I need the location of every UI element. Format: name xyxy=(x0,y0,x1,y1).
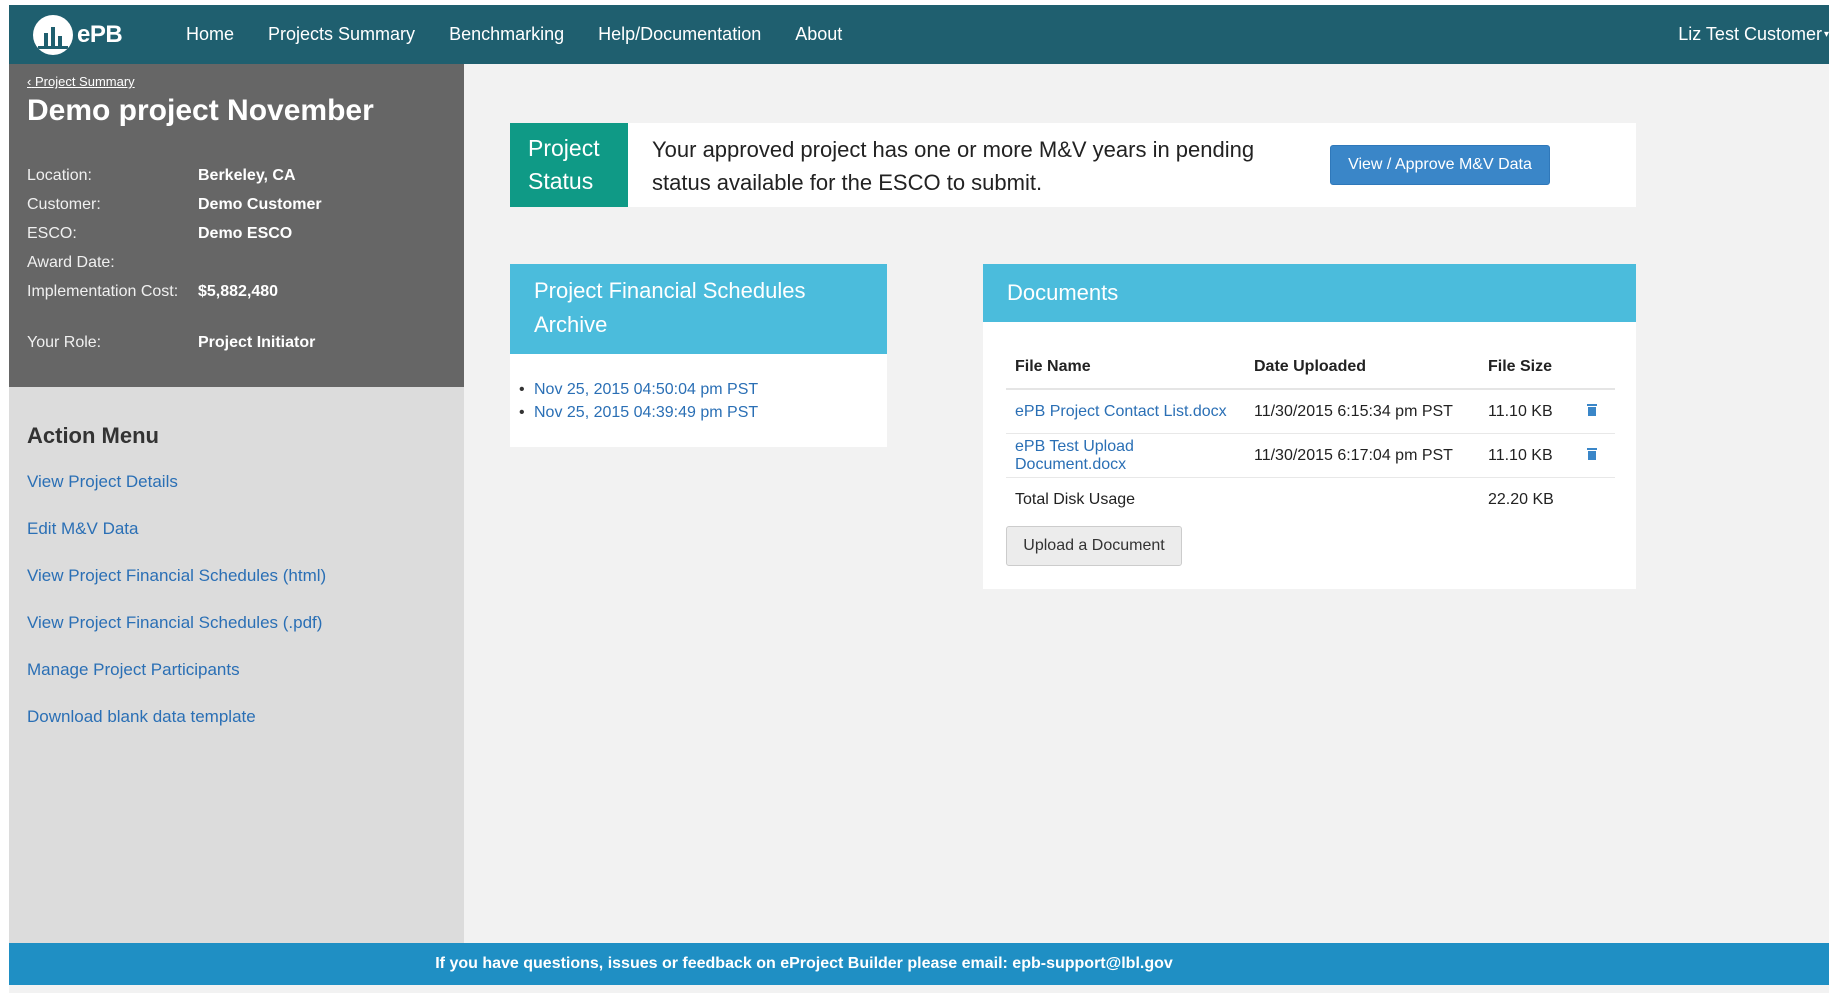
info-label: Customer: xyxy=(27,196,101,213)
project-status-message: Your approved project has one or more M&… xyxy=(652,137,1255,195)
documents-table: File Name Date Uploaded File Size ePB Pr… xyxy=(1006,346,1615,521)
total-spacer xyxy=(1578,478,1615,522)
trash-icon[interactable] xyxy=(1587,403,1597,416)
file-link[interactable]: ePB Project Contact List.docx xyxy=(1015,403,1227,420)
action-item: View Project Details xyxy=(27,472,326,519)
table-header-row: File Name Date Uploaded File Size xyxy=(1006,346,1615,390)
table-row: ePB Test Upload Document.docx 11/30/2015… xyxy=(1006,433,1615,478)
view-project-details-link[interactable]: View Project Details xyxy=(27,472,178,491)
epb-logo[interactable]: ePB xyxy=(33,13,123,57)
action-item: Download blank data template xyxy=(27,707,326,754)
column-header-date-uploaded: Date Uploaded xyxy=(1245,346,1479,390)
info-label: Location: xyxy=(27,167,92,184)
archive-list: Nov 25, 2015 04:50:04 pm PST Nov 25, 201… xyxy=(510,354,887,424)
nav-about[interactable]: About xyxy=(795,24,842,45)
archive-item: Nov 25, 2015 04:39:49 pm PST xyxy=(519,401,887,424)
chevron-left-icon: ‹ xyxy=(27,74,32,89)
project-info-table: Location: Berkeley, CA Customer: Demo Cu… xyxy=(27,165,322,361)
back-to-project-summary-link[interactable]: ‹ Project Summary xyxy=(27,74,135,89)
total-row: Total Disk Usage 22.20 KB xyxy=(1006,478,1615,522)
nav-links: Home Projects Summary Benchmarking Help/… xyxy=(186,5,876,64)
archive-link[interactable]: Nov 25, 2015 04:39:49 pm PST xyxy=(534,404,758,421)
action-item: View Project Financial Schedules (html) xyxy=(27,566,326,613)
archive-link[interactable]: Nov 25, 2015 04:50:04 pm PST xyxy=(534,381,758,398)
date-uploaded-cell: 11/30/2015 6:15:34 pm PST xyxy=(1245,389,1479,434)
financial-schedules-archive-panel: Project Financial Schedules Archive Nov … xyxy=(510,264,887,447)
download-blank-template-link[interactable]: Download blank data template xyxy=(27,707,256,726)
info-row-location: Location: Berkeley, CA xyxy=(27,165,322,194)
column-header-actions xyxy=(1578,346,1615,390)
upload-document-button[interactable]: Upload a Document xyxy=(1006,526,1182,566)
user-menu[interactable]: Liz Test Customer ▾ xyxy=(1678,5,1829,64)
info-row-customer: Customer: Demo Customer xyxy=(27,194,322,223)
view-approve-mv-button[interactable]: View / Approve M&V Data xyxy=(1330,145,1550,185)
info-label: Implementation Cost: xyxy=(27,283,179,300)
column-header-file-name: File Name xyxy=(1006,346,1245,390)
archive-item: Nov 25, 2015 04:50:04 pm PST xyxy=(519,378,887,401)
file-name-cell: ePB Test Upload Document.docx xyxy=(1006,433,1245,478)
action-item: Manage Project Participants xyxy=(27,660,326,707)
table-row: ePB Project Contact List.docx 11/30/2015… xyxy=(1006,389,1615,434)
info-row-role: Your Role: Project Initiator xyxy=(27,332,322,361)
info-value: Berkeley, CA xyxy=(198,167,296,184)
column-header-file-size: File Size xyxy=(1479,346,1578,390)
action-menu-panel: Action Menu View Project Details Edit M&… xyxy=(9,387,464,943)
logo-text: ePB xyxy=(77,21,123,48)
info-value: $5,882,480 xyxy=(198,283,279,300)
back-link-label: Project Summary xyxy=(34,74,135,89)
top-navbar: ePB Home Projects Summary Benchmarking H… xyxy=(9,5,1829,64)
info-label: Your Role: xyxy=(27,334,102,351)
project-status-box: Project Status Your approved project has… xyxy=(510,123,1636,207)
info-row-implementation-cost: Implementation Cost: $5,882,480 xyxy=(27,281,322,332)
view-financial-schedules-html-link[interactable]: View Project Financial Schedules (html) xyxy=(27,566,326,585)
total-spacer xyxy=(1245,478,1479,522)
info-label: Award Date: xyxy=(27,254,115,271)
support-footer: If you have questions, issues or feedbac… xyxy=(9,943,1829,985)
documents-heading: Documents xyxy=(983,264,1636,322)
total-label: Total Disk Usage xyxy=(1015,490,1136,508)
info-label: ESCO: xyxy=(27,225,77,242)
action-item: Edit M&V Data xyxy=(27,519,326,566)
actions-cell xyxy=(1578,389,1615,434)
project-title: Demo project November xyxy=(27,94,374,127)
nav-projects-summary[interactable]: Projects Summary xyxy=(268,24,415,45)
trash-icon[interactable] xyxy=(1587,447,1597,460)
info-row-award-date: Award Date: xyxy=(27,252,322,281)
action-menu-list: View Project Details Edit M&V Data View … xyxy=(27,472,326,754)
view-financial-schedules-pdf-link[interactable]: View Project Financial Schedules (.pdf) xyxy=(27,613,322,632)
nav-benchmarking[interactable]: Benchmarking xyxy=(449,24,564,45)
file-size-cell: 11.10 KB xyxy=(1479,389,1578,434)
archive-heading: Project Financial Schedules Archive xyxy=(510,264,887,354)
total-value: 22.20 KB xyxy=(1488,490,1554,508)
project-info-panel: ‹ Project Summary Demo project November … xyxy=(9,64,464,387)
info-value: Demo ESCO xyxy=(198,225,293,242)
file-size-cell: 11.10 KB xyxy=(1479,433,1578,478)
info-row-esco: ESCO: Demo ESCO xyxy=(27,223,322,252)
date-uploaded-cell: 11/30/2015 6:17:04 pm PST xyxy=(1245,433,1479,478)
action-item: View Project Financial Schedules (.pdf) xyxy=(27,613,326,660)
info-value: Demo Customer xyxy=(198,196,322,213)
nav-help-documentation[interactable]: Help/Documentation xyxy=(598,24,761,45)
footer-text: If you have questions, issues or feedbac… xyxy=(435,955,1173,972)
action-menu-title: Action Menu xyxy=(27,423,159,448)
project-status-label: Project Status xyxy=(510,123,628,207)
info-value xyxy=(198,252,322,281)
app-frame: ePB Home Projects Summary Benchmarking H… xyxy=(9,5,1829,993)
info-value: Project Initiator xyxy=(198,334,316,351)
edit-mv-data-link[interactable]: Edit M&V Data xyxy=(27,519,139,538)
nav-home[interactable]: Home xyxy=(186,24,234,45)
caret-down-icon: ▾ xyxy=(1823,29,1829,40)
user-name: Liz Test Customer xyxy=(1678,24,1822,44)
logo-icon xyxy=(33,15,73,55)
file-name-cell: ePB Project Contact List.docx xyxy=(1006,389,1245,434)
actions-cell xyxy=(1578,433,1615,478)
documents-panel: Documents File Name Date Uploaded File S… xyxy=(983,264,1636,589)
manage-project-participants-link[interactable]: Manage Project Participants xyxy=(27,660,240,679)
file-link[interactable]: ePB Test Upload Document.docx xyxy=(1015,438,1134,473)
